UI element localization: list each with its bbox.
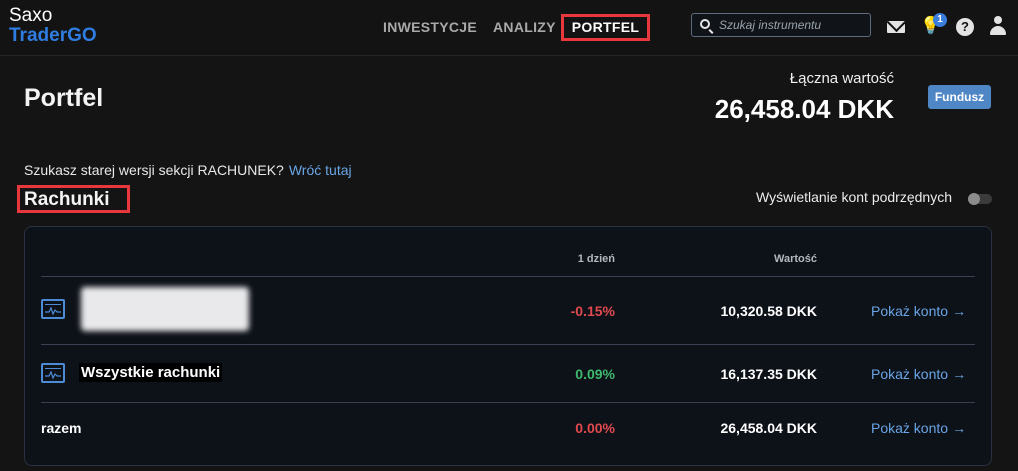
- show-account-link[interactable]: Pokaż konto →: [871, 366, 966, 382]
- row-divider: [41, 344, 975, 345]
- arrow-right-icon: →: [952, 303, 967, 319]
- page-title: Portfel: [24, 84, 104, 112]
- account-value: 10,320.58 DKK: [720, 303, 817, 319]
- search-input[interactable]: [719, 17, 867, 33]
- fund-button[interactable]: Fundusz: [928, 85, 991, 109]
- logo-line-1: Saxo: [9, 5, 53, 26]
- total-day-change: 0.00%: [575, 420, 615, 436]
- subaccounts-toggle[interactable]: [968, 193, 992, 205]
- row-divider: [41, 402, 975, 403]
- user-icon[interactable]: [989, 16, 1007, 36]
- chart-icon: [41, 299, 65, 319]
- day-change: 0.09%: [575, 366, 615, 382]
- top-bar: Saxo TraderGO INWESTYCJE ANALIZY PORTFEL…: [0, 0, 1018, 56]
- arrow-right-icon: →: [952, 366, 967, 382]
- tab-analizy[interactable]: ANALIZY: [493, 19, 556, 35]
- chart-icon: [41, 363, 65, 383]
- show-account-link[interactable]: Pokaż konto →: [871, 303, 966, 319]
- show-total-link[interactable]: Pokaż konto →: [871, 420, 966, 436]
- account-name: Wszystkie rachunki: [79, 363, 223, 382]
- day-change: -0.15%: [570, 303, 615, 319]
- logo[interactable]: Saxo TraderGO: [9, 6, 97, 45]
- total-value-label: Łączna wartość: [789, 70, 894, 87]
- column-header-value: Wartość: [774, 253, 817, 265]
- total-label: razem: [41, 420, 82, 436]
- portfel-tab-highlight: [561, 14, 650, 41]
- help-icon[interactable]: ?: [956, 18, 974, 36]
- subaccounts-toggle-label: Wyświetlanie kont podrzędnych: [756, 189, 952, 205]
- accounts-title-highlight: [17, 185, 130, 213]
- search-box[interactable]: [691, 13, 871, 37]
- tab-inwestycje[interactable]: INWESTYCJE: [383, 19, 477, 35]
- old-version-link[interactable]: Wróć tutaj: [289, 162, 352, 178]
- logo-line-2: TraderGO: [9, 25, 97, 46]
- arrow-right-icon: →: [952, 420, 967, 436]
- accounts-table: 1 dzień Wartość -0.15% 10,320.58 DKK Pok…: [24, 226, 992, 466]
- mail-icon[interactable]: [887, 21, 905, 33]
- total-value: 26,458.04 DKK: [714, 94, 894, 124]
- account-value: 16,137.35 DKK: [720, 366, 817, 382]
- search-icon: [700, 19, 710, 29]
- toggle-knob: [968, 193, 980, 205]
- header-divider: [41, 276, 975, 277]
- old-version-hint: Szukasz starej wersji sekcji RACHUNEK? Wr…: [24, 162, 352, 178]
- old-version-text: Szukasz starej wersji sekcji RACHUNEK?: [24, 162, 284, 178]
- total-value-cell: 26,458.04 DKK: [720, 420, 817, 436]
- notification-badge: 1: [933, 13, 947, 27]
- column-header-day: 1 dzień: [577, 253, 615, 265]
- account-name-redacted: [81, 287, 249, 331]
